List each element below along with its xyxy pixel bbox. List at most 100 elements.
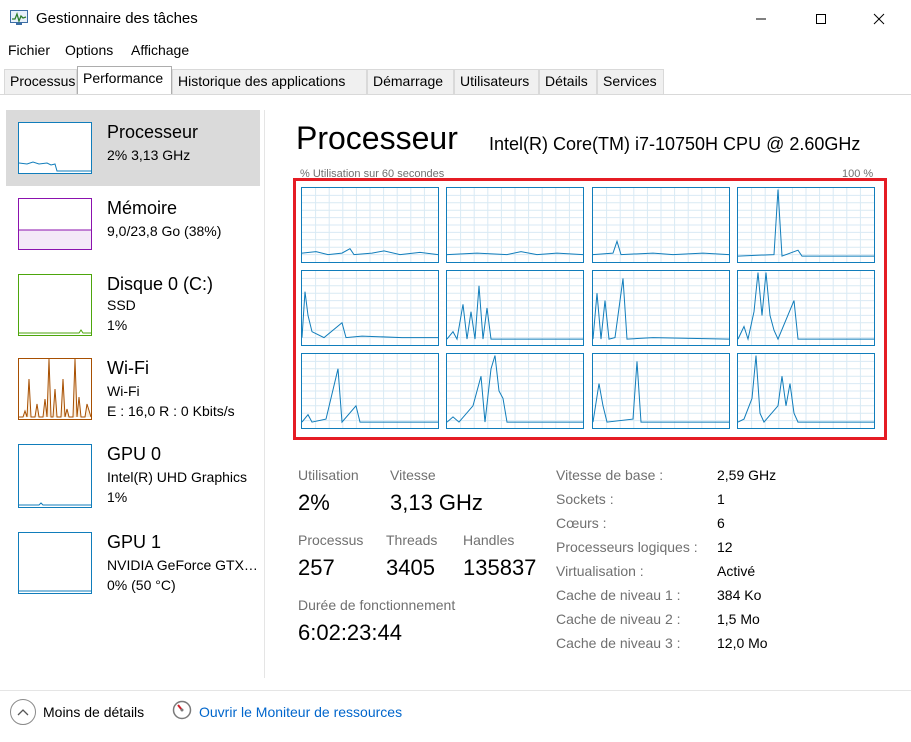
sidebar-item-detail: 0% (50 °C) xyxy=(107,577,176,593)
info-label: Vitesse de base : xyxy=(556,467,664,483)
processus-label: Processus xyxy=(298,532,364,548)
sidebar-item-processeur[interactable]: Processeur 2% 3,13 GHz xyxy=(6,110,260,186)
sidebar-item-name: Wi-Fi xyxy=(107,358,149,378)
sidebar: Processeur 2% 3,13 GHz Mémoire 9,0/23,8 … xyxy=(6,110,260,690)
vitesse-value: 3,13 GHz xyxy=(390,490,483,515)
info-value: 1 xyxy=(717,491,725,507)
window-title: Gestionnaire des tâches xyxy=(36,10,198,27)
footer-divider xyxy=(0,690,911,691)
sidebar-item-name: GPU 0 xyxy=(107,444,162,464)
memory-thumbnail-graph xyxy=(18,198,92,250)
tab-services[interactable]: Services xyxy=(597,69,664,94)
sidebar-item-detail: SSD xyxy=(107,297,136,313)
sidebar-item-disque[interactable]: Disque 0 (C:) SSD 1% xyxy=(6,262,260,338)
logical-processor-graph xyxy=(737,353,875,429)
info-value: 384 Ko xyxy=(717,587,762,603)
logical-processor-graph xyxy=(592,270,730,346)
gpu1-thumbnail-graph xyxy=(18,532,92,594)
sidebar-divider xyxy=(264,110,265,678)
title-bar: Gestionnaire des tâches xyxy=(0,0,911,38)
logical-processor-graph xyxy=(446,187,584,263)
minimize-button[interactable] xyxy=(738,0,784,38)
threads-label: Threads xyxy=(386,532,438,548)
tabs-divider xyxy=(0,94,911,95)
sidebar-item-memoire[interactable]: Mémoire 9,0/23,8 Go (38%) xyxy=(6,186,260,262)
close-icon xyxy=(873,13,885,25)
sidebar-item-name: Mémoire xyxy=(107,198,178,218)
resource-monitor-icon[interactable] xyxy=(172,700,192,720)
info-label: Cache de niveau 1 : xyxy=(556,587,681,603)
less-details-label[interactable]: Moins de détails xyxy=(43,704,144,720)
logical-processor-graph xyxy=(592,353,730,429)
sidebar-item-wifi[interactable]: Wi-Fi Wi-Fi E : 16,0 R : 0 Kbits/s xyxy=(6,358,260,426)
sidebar-item-detail: 9,0/23,8 Go (38%) xyxy=(107,223,222,239)
logical-processor-graph xyxy=(592,187,730,263)
info-label: Sockets : xyxy=(556,491,614,507)
sidebar-item-gpu1[interactable]: GPU 1 NVIDIA GeForce GTX… 0% (50 °C) xyxy=(6,530,260,598)
tab-utilisateurs[interactable]: Utilisateurs xyxy=(454,69,539,94)
handles-value: 135837 xyxy=(463,555,537,580)
tab-bar: Processus Performance Historique des app… xyxy=(4,66,907,94)
logical-processor-graph xyxy=(446,270,584,346)
close-button[interactable] xyxy=(856,0,902,38)
sidebar-item-detail: 2% 3,13 GHz xyxy=(107,147,191,163)
logical-processor-graph xyxy=(301,270,439,346)
task-manager-icon xyxy=(10,10,28,25)
disk-thumbnail-graph xyxy=(18,274,92,336)
sidebar-item-name: Disque 0 (C:) xyxy=(107,274,214,294)
info-value: Activé xyxy=(717,563,756,579)
tab-demarrage[interactable]: Démarrage xyxy=(367,69,454,94)
maximize-button[interactable] xyxy=(798,0,844,38)
info-value: 2,59 GHz xyxy=(717,467,777,483)
utilisation-value: 2% xyxy=(298,490,330,515)
menu-affichage[interactable]: Affichage xyxy=(131,42,189,58)
resource-monitor-link[interactable]: Ouvrir le Moniteur de ressources xyxy=(199,704,402,720)
info-label: Processeurs logiques : xyxy=(556,539,698,555)
threads-value: 3405 xyxy=(386,555,435,580)
logical-processor-graph xyxy=(301,187,439,263)
tab-performance[interactable]: Performance xyxy=(77,66,172,94)
chevron-up-icon xyxy=(17,709,29,716)
less-details-button[interactable] xyxy=(10,699,36,725)
sidebar-item-detail: Intel(R) UHD Graphics xyxy=(107,469,248,485)
maximize-icon xyxy=(816,14,826,24)
info-label: Cache de niveau 2 : xyxy=(556,611,681,627)
handles-label: Handles xyxy=(463,532,515,548)
menu-fichier[interactable]: Fichier xyxy=(8,42,50,58)
sidebar-item-name: Processeur xyxy=(107,122,199,142)
sidebar-item-detail: 1% xyxy=(107,317,128,333)
logical-processor-graph xyxy=(301,353,439,429)
sidebar-item-name: GPU 1 xyxy=(107,532,162,552)
processus-value: 257 xyxy=(298,555,335,580)
sidebar-item-detail: 1% xyxy=(107,489,128,505)
uptime-label: Durée de fonctionnement xyxy=(298,597,456,613)
info-value: 12,0 Mo xyxy=(717,635,768,651)
tab-historique[interactable]: Historique des applications xyxy=(172,69,367,94)
sidebar-item-detail: E : 16,0 R : 0 Kbits/s xyxy=(107,403,235,419)
logical-processor-graph xyxy=(737,270,875,346)
menu-options[interactable]: Options xyxy=(65,42,113,58)
info-value: 6 xyxy=(717,515,725,531)
sidebar-item-gpu0[interactable]: GPU 0 Intel(R) UHD Graphics 1% xyxy=(6,444,260,512)
logical-processor-graph xyxy=(446,353,584,429)
logical-processor-graph xyxy=(737,187,875,263)
info-value: 12 xyxy=(717,539,733,555)
sidebar-item-detail: NVIDIA GeForce GTX… xyxy=(107,557,258,573)
wifi-thumbnail-graph xyxy=(18,358,92,420)
cpu-thumbnail-graph xyxy=(18,122,92,174)
menu-bar: Fichier Options Affichage xyxy=(0,40,911,62)
uptime-value: 6:02:23:44 xyxy=(298,620,402,645)
info-value: 1,5 Mo xyxy=(717,611,760,627)
sidebar-item-detail: Wi-Fi xyxy=(107,383,140,399)
gpu0-thumbnail-graph xyxy=(18,444,92,508)
vitesse-label: Vitesse xyxy=(390,467,436,483)
info-label: Cœurs : xyxy=(556,515,607,531)
info-label: Cache de niveau 3 : xyxy=(556,635,681,651)
page-title: Processeur xyxy=(296,120,458,156)
minimize-icon xyxy=(756,18,766,20)
tab-details[interactable]: Détails xyxy=(539,69,597,94)
tab-processus[interactable]: Processus xyxy=(4,69,77,94)
cpu-model-name: Intel(R) Core(TM) i7-10750H CPU @ 2.60GH… xyxy=(489,134,861,154)
utilisation-label: Utilisation xyxy=(298,467,359,483)
info-label: Virtualisation : xyxy=(556,563,644,579)
